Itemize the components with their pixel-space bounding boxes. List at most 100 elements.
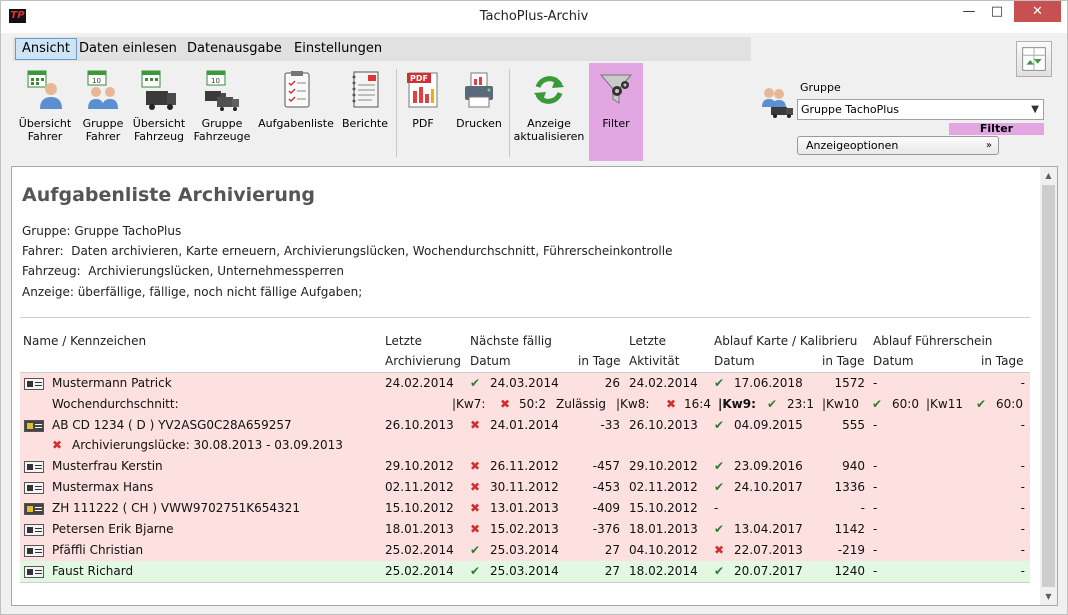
group-label: Gruppe (800, 81, 841, 94)
kw7-label: |Kw7: (452, 397, 486, 411)
layout-arrows-icon (1022, 47, 1046, 71)
menu-daten-einlesen[interactable]: Daten einlesen (73, 38, 183, 60)
row-naechste-tage: 27 (604, 543, 620, 557)
row-letzte-archivierung: 25.02.2014 (385, 564, 454, 578)
driver-card-icon (24, 524, 44, 536)
check-icon: ✔ (470, 543, 481, 557)
col-header-letzte-archivierung: Letzte (385, 334, 422, 348)
gruppe-fahrer-button[interactable]: 10 Gruppe Fahrer (77, 63, 129, 161)
kw8-label: |Kw8: (616, 397, 650, 411)
row-ablauf-karte-tage: 940 (842, 459, 865, 473)
scroll-up-icon[interactable]: ▲ (1040, 167, 1057, 184)
row-letzte-aktivitaet: 26.10.2013 (629, 418, 698, 432)
row-ablauf-fs-tage: - (1020, 418, 1025, 432)
report-view[interactable]: Aufgabenliste Archivierung Gruppe: Grupp… (11, 166, 1058, 606)
table-row[interactable]: AB CD 1234 ( D ) YV2ASG0C28A659257 26.10… (20, 415, 1030, 456)
table-row[interactable]: Pfäffli Christian 25.02.2014 ✔ 25.03.201… (20, 540, 1030, 561)
row-ablauf-karte-tage: 1572 (834, 376, 865, 390)
table-row[interactable]: Musterfrau Kerstin 29.10.2012 ✖ 26.11.20… (20, 456, 1030, 477)
divider (20, 317, 1030, 318)
row-letzte-aktivitaet: 04.10.2012 (629, 543, 698, 557)
report-book-icon (352, 71, 379, 108)
report-fahrzeug: Fahrzeug: Archivierungslücken, Unternehm… (22, 264, 344, 278)
row-letzte-archivierung: 29.10.2012 (385, 459, 454, 473)
table-row[interactable]: Mustermann Patrick 24.02.2014 ✔ 24.03.20… (20, 373, 1030, 415)
anzeige-aktualisieren-button[interactable]: Anzeige aktualisieren (513, 63, 585, 161)
kw7-value: 50:2 (519, 397, 546, 411)
filter-button[interactable]: Filter (589, 63, 643, 161)
menu-einstellungen[interactable]: Einstellungen (288, 38, 388, 60)
row-ablauf-fs: - (873, 459, 878, 473)
row-ablauf-karte: 04.09.2015 (734, 418, 803, 432)
close-button[interactable]: ✕ (1014, 1, 1061, 22)
truck-calendar-icon (141, 70, 176, 110)
col-header-naechste-tage: in Tage (578, 354, 621, 368)
row-letzte-archivierung: 24.02.2014 (385, 376, 454, 390)
row-ablauf-karte: 23.09.2016 (734, 459, 803, 473)
driver-card-icon (24, 378, 44, 390)
row-name: Petersen Erik Bjarne (52, 522, 174, 536)
anzeigeoptionen-button[interactable]: Anzeigeoptionen » (797, 136, 999, 155)
row-name: Pfäffli Christian (52, 543, 144, 557)
row-letzte-archivierung: 15.10.2012 (385, 501, 454, 515)
funnel-gear-icon (599, 74, 633, 104)
pdf-button[interactable]: PDF PDF (401, 63, 445, 161)
week-average-label: Wochendurchschnitt: (52, 397, 179, 411)
table-row[interactable]: Petersen Erik Bjarne 18.01.2013 ✖ 15.02.… (20, 519, 1030, 540)
row-ablauf-karte: 24.10.2017 (734, 480, 803, 494)
row-letzte-aktivitaet: 15.10.2012 (629, 501, 698, 515)
row-ablauf-fs-tage: - (1020, 522, 1025, 536)
table-row[interactable]: Mustermax Hans 02.11.2012 ✖ 30.11.2012 -… (20, 477, 1030, 498)
scrollbar-thumb[interactable] (1042, 185, 1055, 587)
report-fahrer: Fahrer: Daten archivieren, Karte erneuer… (22, 244, 673, 258)
uebersicht-fahrer-button[interactable]: Übersicht Fahrer (13, 63, 77, 161)
check-icon: ✔ (714, 480, 725, 494)
refresh-icon (534, 76, 564, 104)
group-select[interactable]: Gruppe TachoPlus ▼ (797, 99, 1044, 120)
check-icon: ✔ (714, 522, 725, 536)
row-naechste-tage: -453 (592, 480, 620, 494)
row-ablauf-karte: 22.07.2013 (734, 543, 803, 557)
uebersicht-fahrzeug-label: Übersicht Fahrzeug (132, 117, 186, 143)
minimize-button[interactable]: — (956, 1, 982, 22)
row-naechste-datum: 24.01.2014 (490, 418, 559, 432)
kw9-value: 23:1 (787, 397, 814, 411)
row-ablauf-fs-tage: - (1020, 543, 1025, 557)
col-header-ablauf-karte: Ablauf Karte / Kalibrieru (714, 334, 858, 348)
drucken-button[interactable]: Drucken (453, 63, 505, 161)
uebersicht-fahrzeug-button[interactable]: Übersicht Fahrzeug (131, 63, 187, 161)
row-name: ZH 111222 ( CH ) VWW9702751K654321 (52, 501, 300, 515)
aufgabenliste-button[interactable]: Aufgabenliste (257, 63, 335, 161)
aufgabenliste-label: Aufgabenliste (258, 117, 334, 130)
gruppe-fahrzeuge-button[interactable]: 10 Gruppe Fahrzeuge (191, 63, 253, 161)
col-header-ablauf-fs: Ablauf Führerschein (873, 334, 993, 348)
check-icon: ✔ (470, 376, 481, 390)
vertical-scrollbar[interactable]: ▲ ▼ (1040, 167, 1057, 605)
cross-icon: ✖ (470, 418, 481, 432)
kw10-value: 60:0 (892, 397, 919, 411)
scroll-down-icon[interactable]: ▼ (1040, 588, 1057, 605)
maximize-button[interactable]: □ (984, 1, 1010, 22)
col-header-name: Name / Kennzeichen (23, 334, 147, 348)
truck-group-icon: 10 (205, 70, 239, 111)
berichte-button[interactable]: Berichte (339, 63, 391, 161)
row-ablauf-karte: - (714, 501, 719, 515)
row-naechste-datum: 25.03.2014 (490, 564, 559, 578)
row-naechste-datum: 13.01.2013 (490, 501, 559, 515)
row-naechste-tage: -33 (600, 418, 620, 432)
filter-active-badge: Filter (949, 123, 1044, 135)
driver-calendar-icon (27, 70, 62, 109)
menu-datenausgabe[interactable]: Datenausgabe (181, 38, 288, 60)
driver-card-icon (24, 461, 44, 473)
layout-switch-button[interactable] (1016, 41, 1052, 77)
row-naechste-datum: 25.03.2014 (490, 543, 559, 557)
table-row[interactable]: Faust Richard 25.02.2014 ✔ 25.03.2014 27… (20, 561, 1030, 582)
col-header-letzte-aktivitaet: Letzte (629, 334, 666, 348)
table-row[interactable]: ZH 111222 ( CH ) VWW9702751K654321 15.10… (20, 498, 1030, 519)
gruppe-fahrzeuge-label: Gruppe Fahrzeuge (193, 117, 251, 143)
menu-ansicht[interactable]: Ansicht (15, 38, 78, 60)
drucken-label: Drucken (456, 117, 502, 130)
cross-icon: ✖ (666, 397, 677, 411)
row-naechste-tage: 26 (604, 376, 620, 390)
row-ablauf-fs: - (873, 418, 878, 432)
